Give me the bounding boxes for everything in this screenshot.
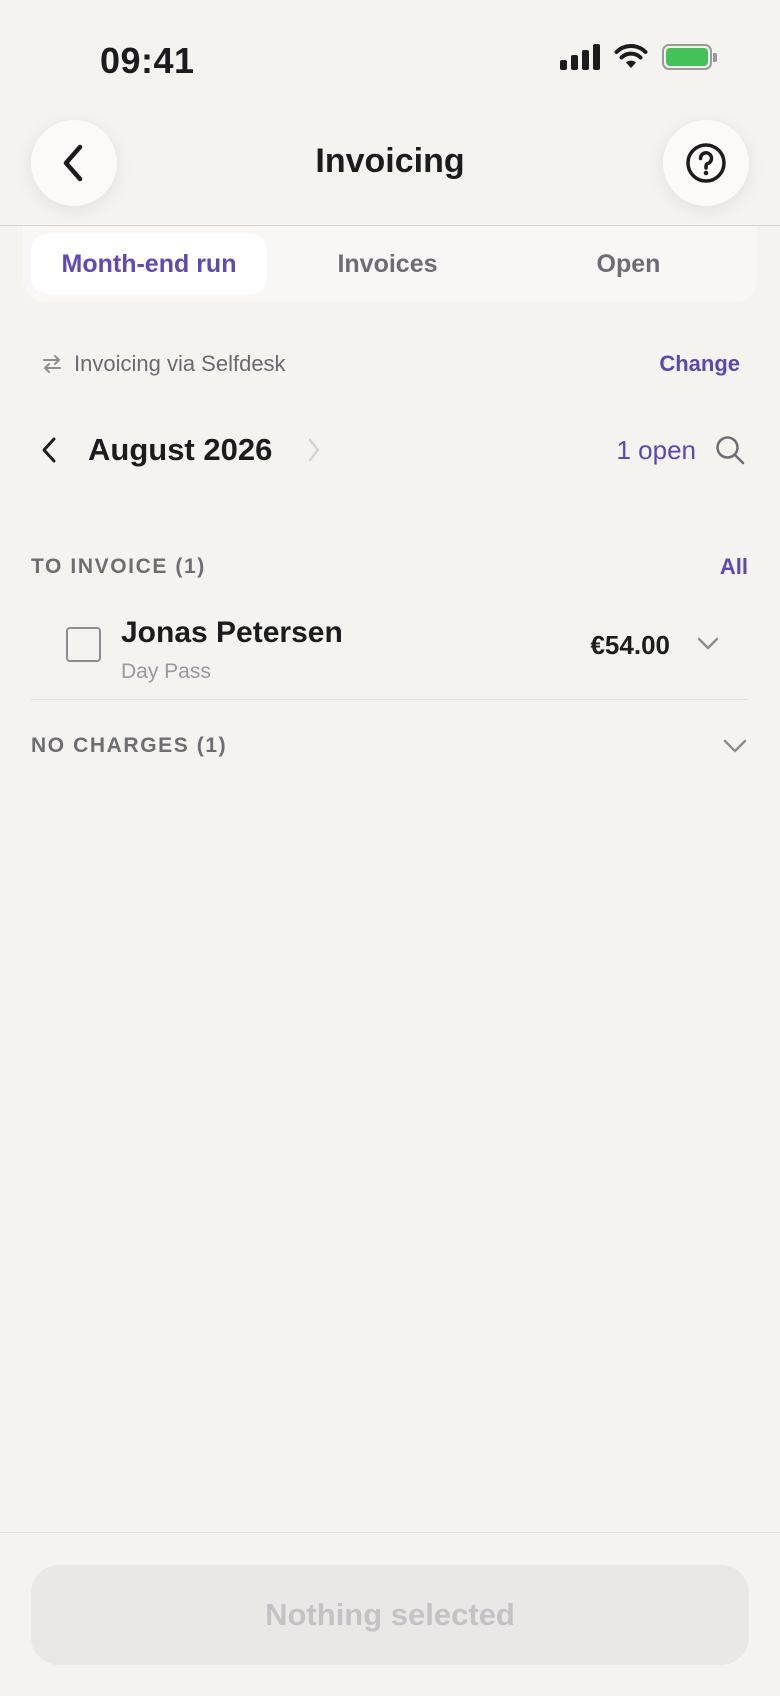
- bottom-action-bar: Nothing selected: [0, 1532, 780, 1696]
- status-bar: 09:41: [0, 0, 780, 120]
- current-month-label: August 2026: [88, 432, 273, 467]
- help-icon: [686, 143, 726, 183]
- customer-name: Jonas Petersen: [121, 616, 343, 649]
- swap-arrows-icon: [43, 355, 61, 373]
- previous-month-button[interactable]: [40, 436, 58, 464]
- tab-invoices[interactable]: Invoices: [267, 234, 508, 294]
- no-charges-label: NO CHARGES (1): [31, 734, 228, 757]
- tab-month-end-run[interactable]: Month-end run: [31, 234, 267, 294]
- segmented-tabs: Month-end run Invoices Open: [23, 226, 757, 302]
- provider-label: Invoicing via Selfdesk: [74, 351, 286, 376]
- no-charges-section-header[interactable]: NO CHARGES (1): [31, 734, 748, 758]
- battery-charging-icon: [662, 44, 717, 70]
- provider-row: Invoicing via Selfdesk Change: [40, 346, 740, 382]
- select-all-link[interactable]: All: [720, 554, 748, 580]
- invoice-row[interactable]: Jonas Petersen Day Pass €54.00: [31, 606, 748, 700]
- cellular-signal-icon: [560, 44, 600, 70]
- tab-open[interactable]: Open: [508, 234, 749, 294]
- search-button[interactable]: [714, 434, 746, 466]
- no-charges-expand-button[interactable]: [722, 738, 748, 754]
- help-button[interactable]: [663, 120, 749, 206]
- row-checkbox[interactable]: [66, 627, 101, 662]
- change-provider-link[interactable]: Change: [659, 351, 740, 377]
- nav-bar: Invoicing: [0, 110, 780, 226]
- wifi-icon: [614, 44, 648, 68]
- to-invoice-section-header: TO INVOICE (1) All: [31, 554, 748, 580]
- status-icons: [560, 44, 717, 70]
- chevron-left-icon: [42, 437, 56, 463]
- search-icon: [716, 436, 745, 465]
- to-invoice-label: TO INVOICE (1): [31, 555, 206, 578]
- next-month-button[interactable]: [306, 437, 322, 463]
- chevron-down-icon: [723, 739, 747, 753]
- create-invoices-button[interactable]: Nothing selected: [31, 1565, 749, 1665]
- month-selector: August 2026 1 open: [40, 432, 746, 468]
- product-name: Day Pass: [121, 660, 211, 683]
- open-count-filter[interactable]: 1 open: [616, 435, 696, 466]
- row-amount: €54.00: [590, 630, 670, 660]
- invoicing-screen: 09:41 Invoicing Month-end run Invoices O…: [0, 0, 780, 1696]
- row-expand-button[interactable]: [696, 636, 720, 657]
- chevron-down-icon: [697, 637, 719, 650]
- chevron-right-icon: [309, 438, 320, 462]
- status-time: 09:41: [100, 40, 195, 81]
